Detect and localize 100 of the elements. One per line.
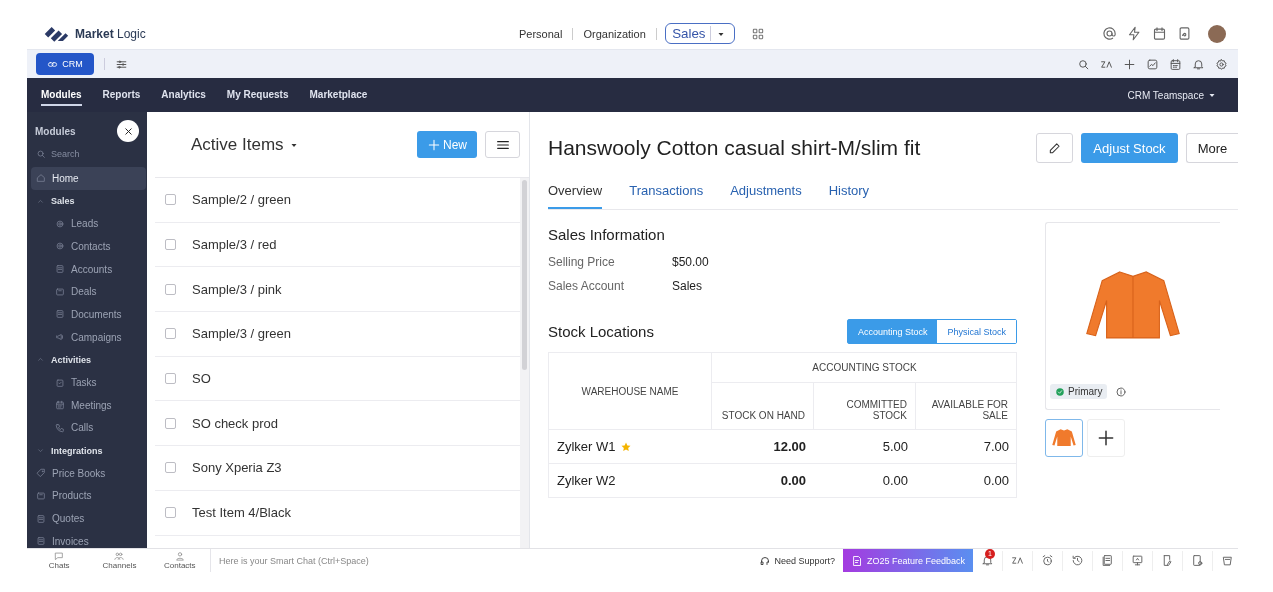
settings-icon[interactable] — [1215, 57, 1228, 71]
plus-icon[interactable] — [1123, 57, 1136, 71]
teamspace-dropdown[interactable]: CRM Teamspace — [1127, 89, 1218, 101]
scrollbar[interactable] — [522, 180, 527, 370]
checkbox[interactable] — [165, 373, 176, 385]
list-row[interactable]: Sample/3 / red — [155, 222, 520, 268]
nav-tab[interactable]: Marketplace — [309, 84, 368, 106]
nav-tab[interactable]: Reports — [102, 84, 141, 106]
bell-icon[interactable] — [1192, 57, 1205, 71]
pencil-icon — [1047, 141, 1062, 155]
sidebar-item[interactable]: Campaigns — [27, 325, 146, 349]
edit-file-icon[interactable] — [1161, 554, 1174, 567]
feedback-button[interactable]: ZO25 Feature Feedback — [842, 549, 973, 572]
calendar-icon[interactable] — [1169, 57, 1182, 71]
sidebar-item[interactable]: Contacts — [27, 235, 146, 258]
bottom-tab[interactable]: Chats — [35, 549, 84, 572]
sidebar-group[interactable]: Activities — [27, 348, 147, 372]
list-row[interactable]: Sample/3 / green — [155, 312, 520, 357]
item-name[interactable]: Sample/3 / green — [192, 326, 291, 342]
tab[interactable]: Adjustments — [730, 183, 802, 209]
image-thumbnail[interactable] — [1045, 419, 1083, 457]
sidebar-item[interactable]: Meetings — [27, 393, 146, 417]
sidebar-item[interactable]: Quotes — [27, 507, 146, 530]
pages-icon[interactable] — [1101, 554, 1114, 567]
item-name[interactable]: Sample/3 / red — [192, 237, 277, 253]
calendar-icon[interactable] — [1152, 26, 1167, 41]
avatar[interactable] — [1208, 24, 1226, 43]
sidebar-item[interactable]: Documents — [27, 303, 146, 326]
alarm-clock-icon[interactable] — [1041, 554, 1054, 567]
sidebar-item[interactable]: Home — [31, 167, 146, 190]
notepad-icon[interactable] — [1177, 26, 1192, 41]
checkbox[interactable] — [165, 283, 176, 295]
sidebar-item[interactable]: Price Books — [27, 461, 146, 485]
nav-tab[interactable]: Analytics — [161, 84, 206, 106]
sidebar-item[interactable]: Tasks — [27, 371, 146, 394]
notification-icon[interactable] — [981, 554, 994, 567]
info-icon[interactable] — [1115, 385, 1128, 398]
list-row[interactable]: SO — [155, 356, 520, 402]
chat-input[interactable]: Here is your Smart Chat (Ctrl+Space) — [217, 554, 437, 567]
support-button[interactable]: Need Support? — [759, 554, 835, 567]
history-icon[interactable] — [1071, 554, 1084, 567]
apps-grid-icon[interactable] — [750, 26, 765, 41]
list-row[interactable]: Sony Xperia Z3 — [155, 446, 520, 491]
list-row[interactable]: Sample/2 / green — [155, 178, 520, 223]
list-row[interactable]: Test Item 4/Black — [155, 490, 520, 536]
brand-name: Market Logic — [75, 26, 146, 41]
checkbox[interactable] — [165, 328, 176, 340]
chart-icon[interactable] — [1146, 57, 1159, 71]
lightning-icon[interactable] — [1127, 26, 1142, 41]
checkbox[interactable] — [165, 462, 176, 474]
view-dropdown[interactable]: Sales — [664, 23, 735, 44]
sidebar-group[interactable]: Sales — [27, 189, 147, 213]
more-button[interactable]: More — [1186, 133, 1238, 163]
item-name[interactable]: Sample/2 / green — [192, 192, 291, 208]
screen-icon[interactable] — [1131, 554, 1144, 567]
bottom-tab[interactable]: Channels — [95, 549, 144, 572]
file-icon[interactable] — [1191, 554, 1204, 567]
column-header: COMMITTED STOCK — [814, 383, 916, 429]
settings-icon[interactable] — [115, 57, 128, 71]
item-name[interactable]: SO — [192, 371, 211, 387]
sidebar-item[interactable]: Leads — [27, 212, 146, 236]
cup-icon[interactable] — [1221, 554, 1234, 567]
view-dropdown[interactable]: Active Items — [191, 134, 300, 155]
tab[interactable]: History — [828, 183, 870, 209]
sidebar-group[interactable]: Integrations — [27, 439, 147, 462]
sidebar-item[interactable]: Accounts — [27, 257, 146, 281]
search-field[interactable]: Search — [49, 148, 129, 160]
warehouse-name: Zylker W2 — [557, 473, 616, 488]
view-tab[interactable]: Organization — [581, 25, 648, 42]
zia-icon[interactable] — [1011, 554, 1024, 567]
item-name[interactable]: Sample/3 / pink — [192, 281, 282, 297]
sidebar-item[interactable]: Products — [27, 484, 146, 508]
check-circle-icon — [1055, 386, 1065, 397]
sidebar-item[interactable]: Calls — [27, 416, 146, 440]
plus-icon — [427, 137, 441, 152]
checkbox[interactable] — [165, 417, 176, 429]
search-icon[interactable] — [1077, 57, 1090, 71]
checkbox[interactable] — [165, 239, 176, 251]
item-name[interactable]: Test Item 4/Black — [192, 505, 291, 521]
crm-button[interactable]: CRM — [36, 53, 94, 75]
sidebar-item[interactable]: Invoices — [27, 530, 146, 548]
list-row[interactable]: SO check prod — [155, 401, 520, 447]
item-name[interactable]: Sony Xperia Z3 — [192, 460, 282, 476]
add-image-button[interactable] — [1087, 419, 1125, 457]
edit-button[interactable] — [1036, 133, 1073, 163]
at-sign-icon[interactable] — [1102, 26, 1117, 41]
view-tab[interactable]: Personal — [517, 25, 565, 42]
tab[interactable]: Transactions — [629, 183, 704, 209]
list-row[interactable]: Sample/3 / pink — [155, 267, 520, 313]
checkbox[interactable] — [165, 507, 176, 519]
nav-tab[interactable]: Modules — [41, 84, 82, 106]
bottom-tab[interactable]: Contacts — [155, 549, 204, 572]
menu-button[interactable] — [485, 131, 520, 158]
tab[interactable]: Overview — [548, 183, 603, 209]
close-button[interactable] — [117, 120, 139, 142]
nav-tab[interactable]: My Requests — [226, 84, 289, 106]
sidebar-item[interactable]: Deals — [27, 280, 146, 304]
checkbox[interactable] — [165, 194, 176, 206]
item-name[interactable]: SO check prod — [192, 415, 278, 431]
section-heading: Stock Locations — [548, 323, 654, 340]
